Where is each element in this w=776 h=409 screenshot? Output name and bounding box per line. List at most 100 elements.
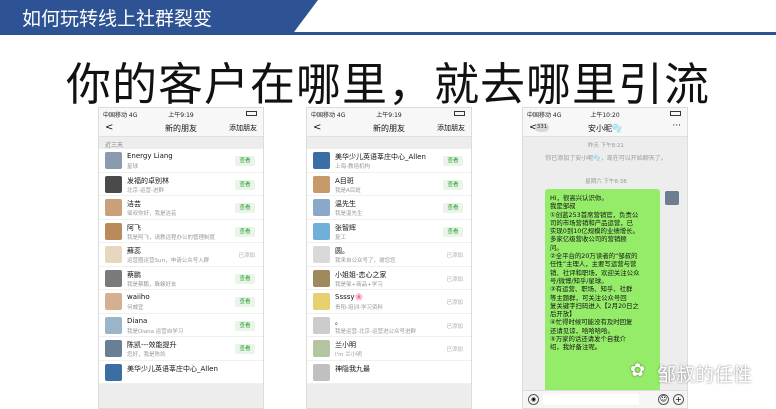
request-message: 我是A目斑: [335, 187, 361, 194]
view-button[interactable]: 查看: [235, 179, 255, 190]
list-item[interactable]: 张智辉 复工 查看: [307, 219, 471, 243]
request-message: 我是温先生: [335, 211, 363, 217]
message-line: 还请见谅，哈哈哈哈。: [550, 326, 614, 335]
list-item[interactable]: Diana 我是Diana 运营自学习 查看: [99, 313, 263, 337]
message-input[interactable]: [543, 394, 639, 405]
nav-bar: < 331 安小昵🫧 ···: [523, 119, 687, 137]
contact-name: 。: [335, 317, 342, 326]
list-item[interactable]: 。我是运营-北京-运营进公众号进群 已添加: [307, 313, 471, 337]
add-friend-button[interactable]: 添加朋友: [437, 123, 465, 133]
view-button[interactable]: 查看: [235, 344, 255, 354]
list-item[interactable]: 美华少儿英语莘庄中心_Allen 上海-教培机构 查看: [307, 149, 471, 173]
message-line: 我是邹叔: [550, 202, 576, 211]
avatar[interactable]: [313, 246, 330, 263]
list-item[interactable]: 蔡鹏 我是蔡鹏，躲躲好友 查看: [99, 266, 263, 290]
chat-title: 安小昵🫧: [588, 124, 622, 133]
view-button[interactable]: 查看: [235, 273, 255, 284]
view-button[interactable]: 查看: [235, 226, 255, 237]
phone-screenshot-2: 中国移动 4G 上午9:19 < 新的朋友 添加朋友 美华少儿英语莘庄中心_Al…: [306, 107, 472, 409]
more-icon[interactable]: ···: [672, 121, 681, 131]
avatar[interactable]: [105, 293, 122, 310]
view-button[interactable]: 查看: [235, 320, 255, 331]
request-message: 我是阿飞，请教远程办公的管理制度: [127, 234, 216, 241]
avatar[interactable]: [105, 175, 122, 193]
list-item[interactable]: 陈凯---效能提升 您好，我是陈凯 查看: [99, 337, 263, 361]
chat-timestamp: 星期六 下午8:38: [585, 179, 627, 185]
contact-name: waiiho: [127, 293, 150, 301]
list-item[interactable]: 蘇蕊 运营圈运营Suri，申请公众号入群 已添加: [99, 243, 263, 267]
view-button[interactable]: 查看: [235, 297, 255, 307]
avatar[interactable]: [313, 316, 330, 334]
avatar[interactable]: [313, 199, 330, 216]
avatar[interactable]: [665, 191, 679, 205]
contact-name: 阿飞: [127, 223, 141, 232]
message-line: 绍，我好备注呢。: [550, 343, 602, 352]
list-item[interactable]: waiiho 何威宜 查看: [99, 290, 263, 314]
avatar[interactable]: [105, 340, 122, 357]
avatar[interactable]: [105, 199, 122, 216]
request-message: 星球: [127, 164, 139, 170]
list-item[interactable]: 美华少儿英语莘庄中心_Allen: [99, 360, 263, 384]
request-message: 运营圈运营Suri，申请公众号入群: [127, 258, 210, 264]
status-bar: 中国移动 4G 上午9:19: [307, 108, 471, 119]
request-message: 复工: [335, 234, 347, 241]
request-message: 邹叔你好，我是洁芸: [127, 211, 177, 217]
list-item[interactable]: 发福的卓别林 北京-运营-进群 查看: [99, 172, 263, 196]
view-button[interactable]: 查看: [235, 156, 255, 166]
plus-icon[interactable]: +: [673, 394, 684, 405]
added-status: 已添加: [446, 300, 463, 306]
avatar[interactable]: [105, 269, 122, 287]
avatar[interactable]: [313, 293, 330, 310]
avatar[interactable]: [313, 152, 330, 169]
added-status: 已添加: [238, 253, 255, 259]
contact-name: 发福的卓别林: [127, 176, 169, 185]
phone-screenshot-1: 中国移动 4G 上午9:19 < 新的朋友 添加朋友 近三天 Energy Li…: [98, 107, 264, 409]
request-message: 贵阳-培训-学习资料: [335, 305, 383, 311]
add-friend-button[interactable]: 添加朋友: [229, 123, 257, 133]
avatar[interactable]: [105, 316, 122, 334]
view-button[interactable]: 查看: [235, 203, 255, 213]
avatar[interactable]: [105, 222, 122, 240]
list-item[interactable]: 神隐我九最: [307, 360, 471, 384]
view-button[interactable]: 查看: [443, 203, 463, 213]
added-status: 已添加: [446, 276, 463, 283]
view-button[interactable]: 查看: [443, 156, 463, 166]
list-item[interactable]: 小姐姐-恋心之家 我是邹+商品+学习 已添加: [307, 266, 471, 290]
list-item[interactable]: 温先生 我是温先生 查看: [307, 196, 471, 220]
request-message: 我是Diana 运营自学习: [127, 328, 184, 335]
avatar[interactable]: [105, 246, 122, 263]
avatar[interactable]: [313, 269, 330, 287]
list-item[interactable]: Energy Liang 星球 查看: [99, 149, 263, 173]
contact-name: 圆。: [335, 247, 349, 255]
nav-bar: < 新的朋友 添加朋友: [307, 119, 471, 137]
avatar[interactable]: [105, 152, 122, 169]
view-button[interactable]: 查看: [443, 179, 463, 190]
list-item[interactable]: 阿飞我是阿飞，请教远程办公的管理制度 查看: [99, 219, 263, 243]
list-item[interactable]: 兰小明 I'm 兰小明 已添加: [307, 337, 471, 361]
message-line: 任性”主理人，主要写运营与营: [550, 260, 637, 269]
list-item[interactable]: 洁芸 邹叔你好，我是洁芸 查看: [99, 196, 263, 220]
list-item[interactable]: Ssssy🌸 贵阳-培训-学习资料 已添加: [307, 290, 471, 314]
list-item[interactable]: A目斑 我是A目斑 查看: [307, 172, 471, 196]
wechat-logo-icon: ✿: [630, 360, 646, 381]
request-message: 何威宜: [127, 305, 144, 311]
request-message: 北京-运营-进群: [127, 187, 164, 194]
contact-name: 蔡鹏: [127, 270, 141, 279]
emoji-icon[interactable]: ☺: [658, 394, 669, 405]
message-line: ③有运营、职场、知乎、社群: [550, 285, 633, 294]
avatar[interactable]: [313, 340, 330, 357]
voice-icon[interactable]: ◉: [528, 394, 539, 405]
list-item[interactable]: 圆。 我来自公众号了，谢您您 已添加: [307, 243, 471, 267]
contact-name: 小姐姐-恋心之家: [335, 270, 387, 279]
contact-name: 美华少儿英语莘庄中心_Allen: [335, 153, 426, 161]
avatar[interactable]: [313, 175, 330, 193]
avatar[interactable]: [105, 363, 122, 381]
avatar[interactable]: [313, 222, 330, 240]
avatar[interactable]: [313, 363, 330, 381]
contact-name: 陈凯---效能提升: [127, 341, 177, 349]
request-message: 您好，我是陈凯: [127, 352, 166, 358]
contact-name: 兰小明: [335, 341, 356, 349]
view-button[interactable]: 查看: [443, 226, 463, 237]
contact-name: 神隐我九最: [335, 364, 370, 373]
